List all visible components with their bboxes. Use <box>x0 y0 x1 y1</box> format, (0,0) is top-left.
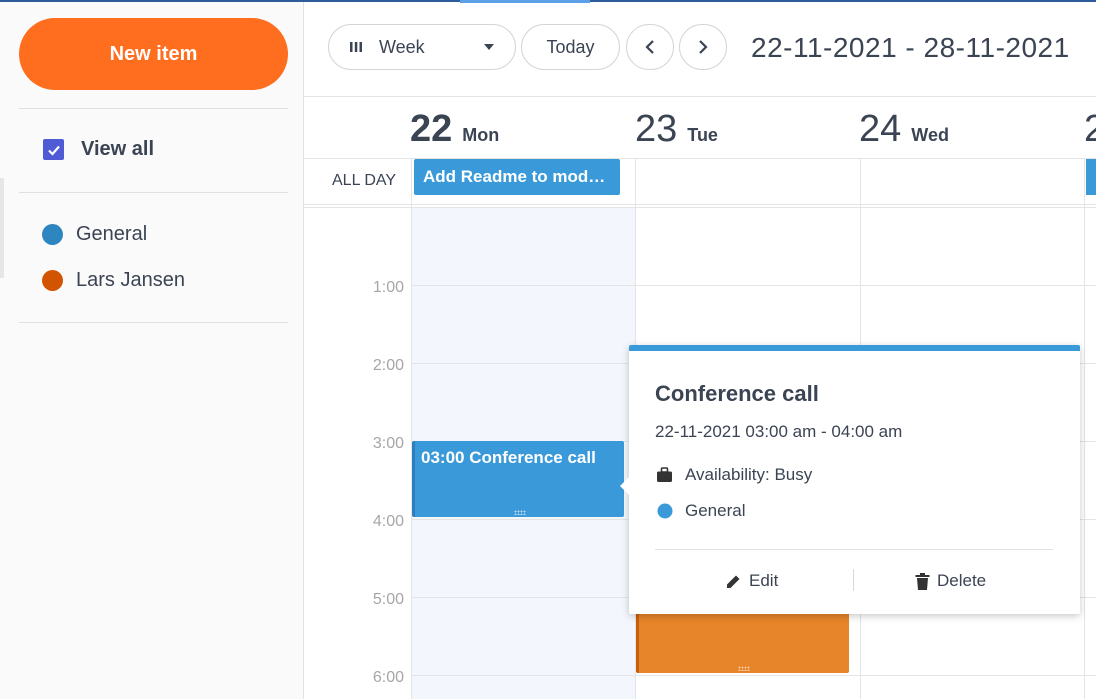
edge-shadow <box>0 178 4 278</box>
popup-arrow <box>620 477 629 495</box>
top-accent <box>460 0 590 3</box>
popup-time: 22-11-2021 03:00 am - 04:00 am <box>655 422 903 441</box>
day-name: Mon <box>462 125 500 145</box>
event-block[interactable] <box>636 612 849 673</box>
sidebar-divider <box>19 192 288 193</box>
conference-call-event[interactable]: 03:00 Conference call <box>412 441 624 517</box>
hour-label: 2:00 <box>372 357 404 374</box>
calendar-item-general[interactable]: General <box>42 223 147 246</box>
sidebar: New item View all General Lars Jansen <box>0 2 304 699</box>
delete-label: Delete <box>937 571 987 590</box>
resize-handle[interactable] <box>513 510 526 515</box>
calendar-label: Lars Jansen <box>76 269 185 291</box>
trash-icon <box>915 572 930 590</box>
caret-down-icon <box>483 43 495 51</box>
calendar-color-dot <box>42 224 63 245</box>
grid-line <box>304 204 1096 205</box>
next-button[interactable] <box>679 24 727 70</box>
day-header-tue[interactable]: 23 Tue <box>635 108 718 151</box>
calendar-name: General <box>685 501 746 520</box>
chevron-right-icon <box>698 39 708 55</box>
calendar-item-lars-jansen[interactable]: Lars Jansen <box>42 269 185 292</box>
day-header-wed[interactable]: 24 Wed <box>859 108 949 151</box>
date-range-title: 22-11-2021 - 28-11-2021 <box>751 32 1070 63</box>
day-number: 22 <box>410 108 453 150</box>
sidebar-divider <box>19 322 288 323</box>
view-select-value: Week <box>379 36 425 57</box>
view-all-label: View all <box>81 138 155 160</box>
event-title: Add Readme to mod… <box>423 167 606 186</box>
hour-label: 1:00 <box>372 279 404 296</box>
edit-button[interactable]: Edit <box>725 571 778 591</box>
today-button[interactable]: Today <box>521 24 620 70</box>
day-number: 24 <box>859 108 902 150</box>
grid-line <box>304 207 1096 208</box>
availability-text: Availability: Busy <box>685 465 813 484</box>
calendar-row: General <box>655 501 745 521</box>
calendar-label: General <box>76 223 148 245</box>
allday-event-partial[interactable] <box>1086 159 1096 195</box>
event-title: 03:00 Conference call <box>421 448 596 467</box>
grid-line <box>1084 158 1085 699</box>
event-popup: Conference call 22-11-2021 03:00 am - 04… <box>620 345 1080 614</box>
resize-handle[interactable] <box>738 666 750 671</box>
view-select[interactable]: Week <box>328 24 516 70</box>
checkbox-checked-icon[interactable] <box>43 139 64 160</box>
sidebar-divider <box>19 108 288 109</box>
grid-line <box>412 285 1096 286</box>
popup-title: Conference call <box>655 381 819 406</box>
allday-event[interactable]: Add Readme to mod… <box>414 159 620 195</box>
calendar-dot-icon <box>655 503 674 519</box>
calendar-color-dot <box>42 270 63 291</box>
columns-icon <box>349 41 363 53</box>
day-number: 23 <box>635 108 678 150</box>
day-name: Tue <box>687 125 718 145</box>
day-number: 2 <box>1084 108 1096 150</box>
popup-divider <box>655 549 1053 550</box>
day-header-mon[interactable]: 22 Mon <box>410 108 499 151</box>
pencil-icon <box>725 573 742 590</box>
chevron-left-icon <box>645 39 655 55</box>
hour-label: 5:00 <box>372 591 404 608</box>
delete-button[interactable]: Delete <box>915 571 986 591</box>
grid-line <box>411 158 412 699</box>
allday-label: ALL DAY <box>332 172 397 189</box>
action-divider <box>853 569 854 591</box>
briefcase-icon <box>655 467 674 483</box>
day-header-partial[interactable]: 2 <box>1084 108 1096 151</box>
new-item-button[interactable]: New item <box>19 18 288 90</box>
availability-row: Availability: Busy <box>655 465 812 485</box>
view-all-toggle[interactable]: View all <box>43 138 154 161</box>
grid-line <box>412 675 1096 676</box>
hour-label: 3:00 <box>372 435 404 452</box>
hour-label: 4:00 <box>372 513 404 530</box>
day-name: Wed <box>911 125 949 145</box>
prev-button[interactable] <box>626 24 674 70</box>
hour-label: 6:00 <box>372 669 404 686</box>
grid-line <box>304 96 1096 97</box>
edit-label: Edit <box>749 571 779 590</box>
